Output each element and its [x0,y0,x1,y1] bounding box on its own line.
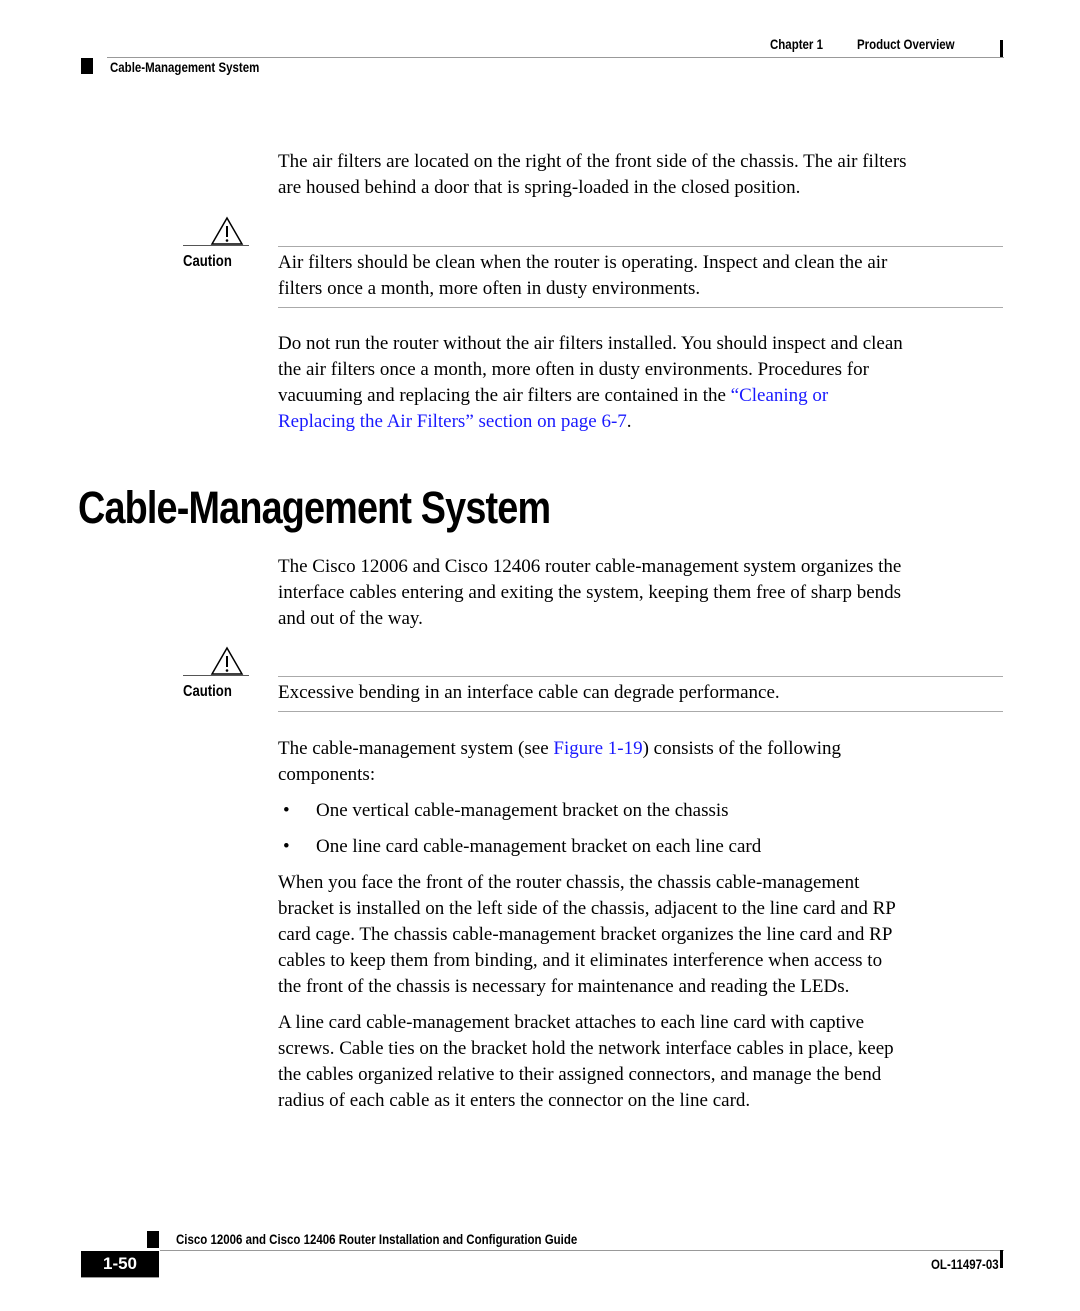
text-line: When you face the front of the router ch… [278,872,860,893]
text-line: Excessive bending in an interface cable … [278,682,780,703]
bullet-list-item: • One vertical cable-management bracket o… [283,798,729,824]
linecard-paragraph: A line card cable-management bracket att… [278,1010,1008,1114]
text-line: the cables organized relative to their a… [278,1064,882,1085]
cross-reference-link[interactable]: “Cleaning or [731,385,829,406]
text-span: The cable-management system (see [278,738,554,759]
text-line: The cable-management system (see Figure … [278,736,1008,762]
caution-text: Excessive bending in an interface cable … [278,680,1008,706]
page-number: 1-50 [81,1251,159,1277]
cross-reference-link[interactable]: Replacing the Air Filters” section on pa… [278,411,627,432]
text-line: cables to keep them from binding, and it… [278,950,883,971]
bullet-list-item: • One line card cable-management bracket … [283,834,761,860]
running-header-section: Cable-Management System [110,59,292,77]
text-line: the front of the chassis is necessary fo… [278,976,850,997]
caution-icon-underline [183,245,249,246]
text-line: bracket is installed on the left side of… [278,898,896,919]
chassis-paragraph: When you face the front of the router ch… [278,870,1008,1000]
caution-bottom-rule [278,711,1003,712]
running-header-chapter: Chapter 1 Product Overview [770,36,976,54]
text-line: Replacing the Air Filters” section on pa… [278,409,1008,435]
footer-rule [160,1250,1004,1251]
text-line: vacuuming and replacing the air filters … [278,383,1008,409]
header-rule [107,57,1004,58]
components-paragraph: The cable-management system (see Figure … [278,736,1008,788]
warning-triangle-icon [210,646,244,675]
header-right-bar [1000,40,1003,58]
text-line: interface cables entering and exiting th… [278,582,902,603]
caution-label: Caution [183,253,243,271]
text-span: . [626,411,632,432]
page-number-underline [81,1277,159,1278]
text-line: components: [278,764,376,785]
filters-paragraph: Do not run the router without the air fi… [278,331,1008,435]
bullet-text: One line card cable-management bracket o… [316,836,762,857]
footer-guide-title-text: Cisco 12006 and Cisco 12406 Router Insta… [176,1231,578,1247]
bullet-text: One vertical cable-management bracket on… [316,800,729,821]
bullet-icon: • [283,836,290,857]
text-line: The Cisco 12006 and Cisco 12406 router c… [278,556,902,577]
caution-label-text: Caution [183,683,232,700]
text-line: The air filters are located on the right… [278,151,907,172]
caution-label-text: Caution [183,253,232,270]
text-line: radius of each cable as it enters the co… [278,1090,751,1111]
chapter-title: Product Overview [856,36,955,52]
text-line: are housed behind a door that is spring-… [278,177,801,198]
text-span: vacuuming and replacing the air filters … [278,385,731,406]
text-line: and out of the way. [278,608,423,629]
document-id-text: OL-11497-03 [931,1256,999,1272]
text-line: card cage. The chassis cable-management … [278,924,893,945]
caution-bottom-rule [278,307,1003,308]
chapter-number: Chapter 1 [770,36,823,52]
text-line: A line card cable-management bracket att… [278,1012,865,1033]
caution-text: Air filters should be clean when the rou… [278,250,1008,302]
footer-right-bar [1000,1250,1003,1268]
section-heading: Cable-Management System [78,482,551,533]
intro-paragraph: The air filters are located on the right… [278,149,1008,201]
footer-block-marker [147,1231,159,1248]
text-line: Do not run the router without the air fi… [278,333,903,354]
text-line: screws. Cable ties on the bracket hold t… [278,1038,894,1059]
cable-intro-paragraph: The Cisco 12006 and Cisco 12406 router c… [278,554,1008,632]
bullet-icon: • [283,800,290,821]
caution-top-rule [278,246,1003,247]
caution-top-rule [278,676,1003,677]
text-span: ) consists of the following [642,738,842,759]
figure-link[interactable]: Figure 1-19 [553,738,642,759]
caution-icon-underline [183,675,249,676]
header-block-marker [81,58,93,74]
footer-guide-title: Cisco 12006 and Cisco 12406 Router Insta… [176,1231,665,1249]
warning-triangle-icon [210,216,244,245]
caution-label: Caution [183,683,243,701]
text-line: the air filters once a month, more often… [278,359,869,380]
text-line: Air filters should be clean when the rou… [278,252,888,273]
header-section-title: Cable-Management System [110,59,260,75]
text-line: filters once a month, more often in dust… [278,278,701,299]
